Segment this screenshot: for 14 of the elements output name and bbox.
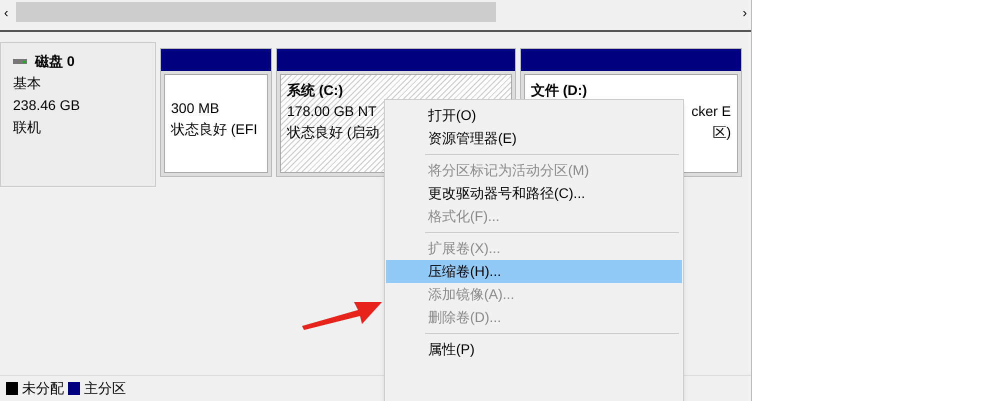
disk-status: 联机 — [13, 118, 42, 137]
disk-name: 磁盘 0 — [35, 52, 75, 71]
partition-detail: 300 MB — [171, 99, 220, 118]
disk-type: 基本 — [13, 74, 42, 93]
partition-detail: 178.00 GB NT — [287, 102, 376, 121]
disk-size: 238.46 GB — [13, 96, 81, 115]
partition-detail: 状态良好 (EFI — [171, 120, 258, 139]
partition-detail: 区) — [712, 123, 731, 142]
partition-detail: cker E — [691, 102, 731, 121]
partition-detail: 状态良好 (启动 — [287, 123, 380, 142]
partition-title: 系统 (C:) — [287, 81, 344, 100]
partition-title: 文件 (D:) — [531, 81, 588, 100]
legend-label: 主分区 — [84, 379, 126, 398]
legend-label: 未分配 — [22, 379, 64, 398]
